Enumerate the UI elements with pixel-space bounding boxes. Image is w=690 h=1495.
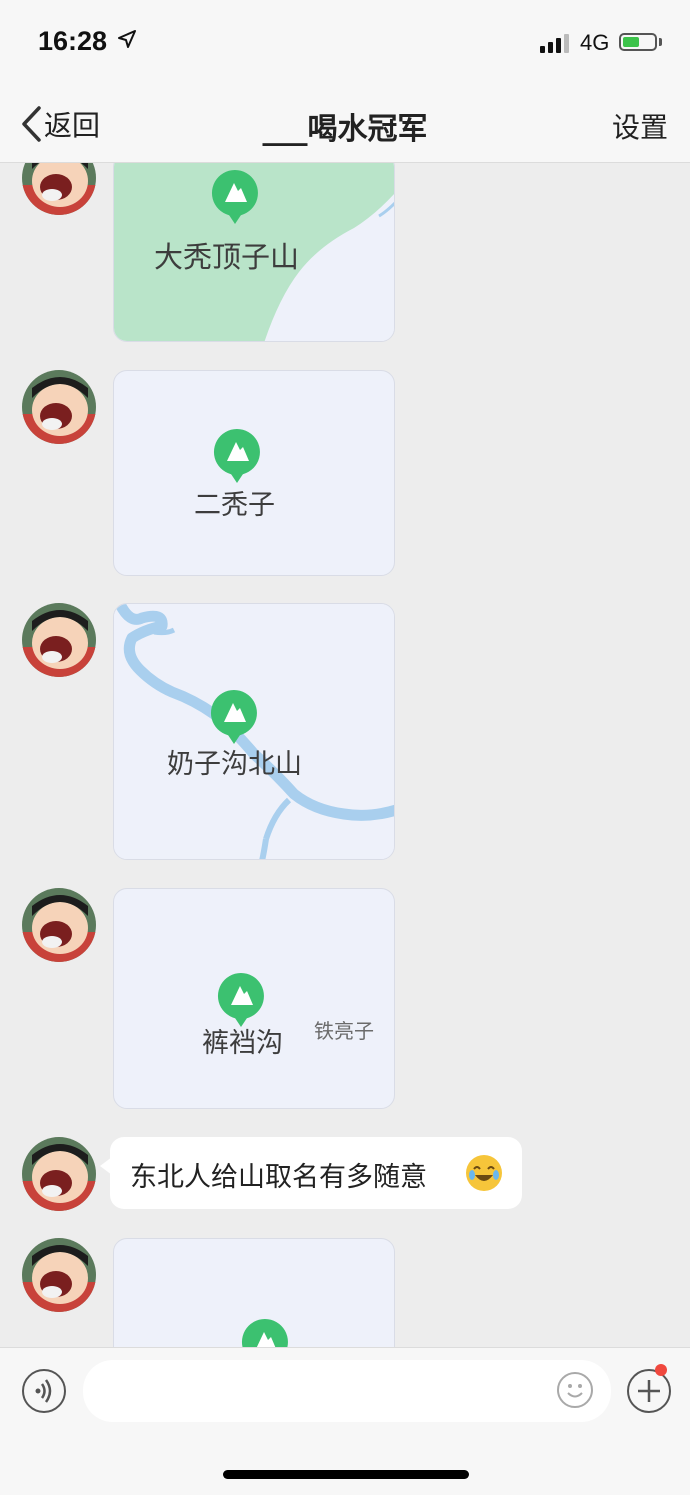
place-name: 二秃子 <box>194 490 275 521</box>
plus-icon[interactable] <box>627 1369 671 1413</box>
nav-bar: 返回 ___喝水冠军 设置 <box>0 86 690 163</box>
location-card[interactable]: 大秃顶子山 <box>113 163 395 342</box>
voice-input-icon[interactable] <box>22 1369 66 1413</box>
mountain-pin-icon <box>210 690 257 744</box>
message-input[interactable] <box>83 1360 611 1422</box>
notification-dot <box>655 1364 667 1376</box>
location-card[interactable]: 二秃子 <box>113 370 395 576</box>
nearby-place-name: 铁亮子 <box>314 1019 374 1043</box>
location-card[interactable] <box>113 1238 395 1347</box>
contact-avatar[interactable] <box>22 1238 96 1312</box>
place-name: 奶子沟北山 <box>167 749 302 780</box>
network-type: 4G <box>580 30 610 55</box>
contact-avatar[interactable] <box>22 888 96 962</box>
place-name: 裤裆沟 <box>202 1028 283 1059</box>
place-name: 大秃顶子山 <box>154 240 300 274</box>
message-text: 东北人给山取名有多随意 <box>130 1162 427 1193</box>
chat-title: ___喝水冠军 <box>262 112 428 147</box>
battery-icon <box>619 33 657 51</box>
emoji-icon[interactable] <box>557 1372 593 1408</box>
battery-tip <box>659 38 662 46</box>
cellular-signal-icon <box>540 34 569 53</box>
laughing-crying-emoji-icon <box>466 1155 502 1191</box>
location-arrow-icon <box>118 30 136 48</box>
mountain-pin-icon <box>213 429 260 483</box>
contact-avatar[interactable] <box>22 1137 96 1211</box>
status-bar: 16:28 4G <box>0 0 690 86</box>
contact-avatar[interactable] <box>22 370 96 444</box>
mountain-pin-icon <box>241 1319 288 1347</box>
contact-avatar[interactable] <box>22 163 96 215</box>
settings-button[interactable]: 设置 <box>612 106 668 146</box>
mountain-pin-icon <box>211 170 258 224</box>
home-indicator <box>223 1470 469 1479</box>
status-time: 16:28 <box>38 26 108 56</box>
contact-avatar[interactable] <box>22 603 96 677</box>
text-message-bubble[interactable]: 东北人给山取名有多随意 <box>100 1137 522 1209</box>
chat-area[interactable]: 大秃顶子山 二秃子 奶子沟北山 裤裆沟 铁亮子 东北人给山取名有多随意 <box>0 163 690 1347</box>
location-card[interactable]: 裤裆沟 铁亮子 <box>113 888 395 1109</box>
location-card[interactable]: 奶子沟北山 <box>113 603 395 860</box>
